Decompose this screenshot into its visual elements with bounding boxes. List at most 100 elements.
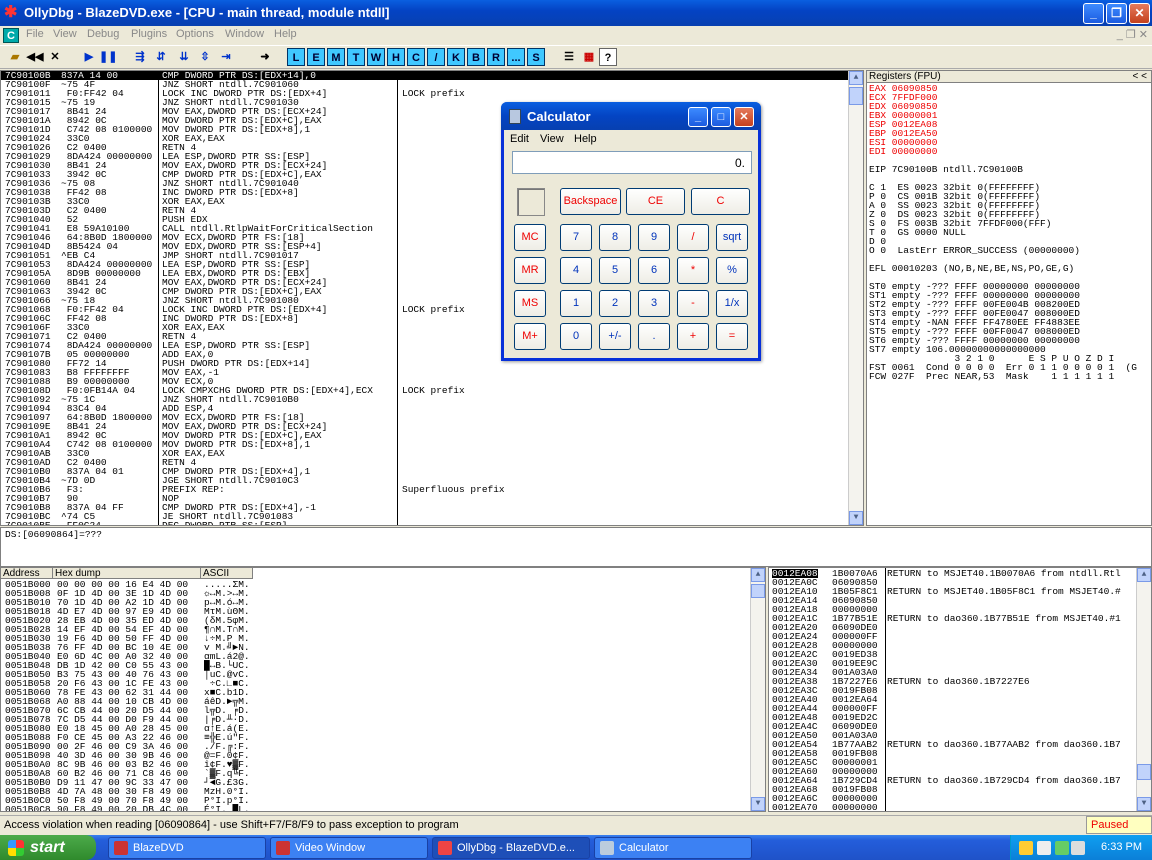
calc-key[interactable]: 2 — [599, 290, 631, 317]
step-over-icon[interactable]: ⇵ — [152, 48, 170, 66]
calc-key-c[interactable]: C — [691, 188, 750, 215]
close-program-icon[interactable]: ✕ — [46, 48, 64, 66]
calc-key[interactable]: 6 — [638, 257, 670, 284]
execute-till-return-icon[interactable]: ⇥ — [217, 48, 235, 66]
menu-file[interactable]: File — [26, 28, 44, 40]
dump-header-address[interactable]: Address — [1, 568, 53, 579]
menu-plugins[interactable]: Plugins — [131, 28, 167, 40]
calc-key[interactable]: 0 — [560, 323, 592, 350]
calc-key[interactable]: 9 — [638, 224, 670, 251]
calculator-menu-edit[interactable]: Edit — [510, 133, 529, 145]
calculator-menu-help[interactable]: Help — [574, 133, 597, 145]
stack-row[interactable]: 0012EA38 1B7227E6 RETURN to dao360.1B7227E… — [769, 677, 1137, 687]
calc-key[interactable]: + — [677, 323, 709, 350]
clock[interactable]: 6:33 PM — [1101, 841, 1142, 853]
trace-into-icon[interactable]: ⇊ — [175, 48, 193, 66]
minimize-button[interactable]: _ — [1083, 3, 1104, 24]
disassembly-row[interactable]: 7C90109E 8B41 24 MOV EAX,DWORD PTR DS:[EC… — [1, 422, 863, 432]
disassembly-row[interactable]: 7C9010B6 F3: PREFIX REP: Superfluous prefi… — [1, 485, 863, 495]
stack-row[interactable]: 0012EA30 0019EE9C — [769, 659, 1137, 669]
help-icon[interactable]: ? — [599, 48, 617, 66]
disassembly-row[interactable]: 7C901097 64:8B0D 1800000 MOV ECX,DWORD PT… — [1, 413, 863, 423]
pause-icon[interactable]: ❚❚ — [99, 48, 117, 66]
calculator-minimize-button[interactable]: _ — [688, 107, 708, 127]
toolbar-cpu-button[interactable]: C — [407, 48, 425, 66]
dump-scroll-up-arrow[interactable]: ▲ — [751, 568, 765, 582]
calc-key[interactable]: 8 — [599, 224, 631, 251]
restart-icon[interactable]: ◀◀ — [26, 48, 44, 66]
disassembly-row[interactable]: 7C9010AD C2 0400 RETN 4 — [1, 458, 863, 468]
trace-over-icon[interactable]: ⇳ — [196, 48, 214, 66]
stack-row[interactable]: 0012EA70 00000000 — [769, 803, 1137, 811]
toolbar-runtrace-button[interactable]: ... — [507, 48, 525, 66]
calculator-maximize-button[interactable]: □ — [711, 107, 731, 127]
dump-row[interactable]: 0051B0C8 90 F8 49 00 20 DB 4C 00 É°I. █L. — [1, 805, 741, 811]
calc-key[interactable]: % — [716, 257, 748, 284]
disassembly-row[interactable]: 7C9010B7 90 NOP — [1, 494, 863, 504]
hex-dump-pane[interactable]: Address Hex dump ASCII 0051B000 00 00 00 … — [0, 567, 766, 812]
stack-row[interactable]: 0012EA64 1B729CD4 RETURN to dao360.1B729CD… — [769, 776, 1137, 786]
disassembly-row[interactable]: 7C90100B 837A 14 00 CMP DWORD PTR DS:[EDX+… — [1, 71, 863, 80]
stack-row[interactable]: 0012EA5C 00000001 — [769, 758, 1137, 768]
calc-key-backspace[interactable]: Backspace — [560, 188, 621, 215]
stack-row[interactable]: 0012EA58 0019FB08 — [769, 749, 1137, 759]
calc-key[interactable]: 5 — [599, 257, 631, 284]
register-line[interactable]: EFL 00010203 (NO,B,NE,BE,NS,PO,GE,G) — [869, 264, 1151, 274]
stack-row[interactable]: 0012EA4C 06090DE0 — [769, 722, 1137, 732]
start-button[interactable]: start — [0, 835, 96, 860]
disassembly-row[interactable]: 7C9010A4 C742 08 0100000 MOV DWORD PTR DS… — [1, 440, 863, 450]
stack-row[interactable]: 0012EA40 0012EA64 — [769, 695, 1137, 705]
mdi-window-controls[interactable]: _ ❐ ✕ — [1117, 28, 1148, 41]
list-icon[interactable]: ☰ — [560, 48, 578, 66]
stack-pane[interactable]: 0012EA08 1B0070A6 RETURN to MSJET40.1B0070… — [768, 567, 1152, 812]
stack-row[interactable]: 0012EA68 0019FB08 — [769, 785, 1137, 795]
calc-key[interactable]: = — [716, 323, 748, 350]
disassembly-row[interactable]: 7C901092 ~75 1C JNZ SHORT ntdll.7C9010B0 — [1, 395, 863, 405]
calc-key[interactable]: 1 — [560, 290, 592, 317]
scroll-thumb[interactable] — [849, 87, 863, 105]
vmware-icon[interactable] — [1037, 841, 1051, 855]
step-into-icon[interactable]: ⇶ — [131, 48, 149, 66]
disassembly-row[interactable]: 7C901011 F0:FF42 04 LOCK INC DWORD PTR DS… — [1, 89, 863, 99]
registers-pane[interactable]: Registers (FPU) < < EAX 06090850 ECX 7FFD… — [866, 70, 1152, 526]
dump-scroll-thumb[interactable] — [751, 584, 765, 598]
close-button[interactable]: ✕ — [1129, 3, 1150, 24]
dump-scrollbar[interactable]: ▲ ▼ — [750, 568, 765, 811]
scroll-up-arrow[interactable]: ▲ — [849, 71, 863, 85]
stack-scroll-up-arrow[interactable]: ▲ — [1137, 568, 1151, 582]
toolbar-callstack-button[interactable]: K — [447, 48, 465, 66]
calc-key[interactable]: * — [677, 257, 709, 284]
open-folder-icon[interactable]: ▰ — [6, 48, 24, 66]
scroll-down-arrow[interactable]: ▼ — [849, 511, 863, 525]
dump-scroll-down-arrow[interactable]: ▼ — [751, 797, 765, 811]
network-icon[interactable] — [1055, 841, 1069, 855]
stack-row[interactable]: 0012EA44 000000FF — [769, 704, 1137, 714]
maximize-button[interactable]: ❐ — [1106, 3, 1127, 24]
calc-key-ms[interactable]: MS — [514, 290, 546, 317]
toolbar-memory-button[interactable]: M — [327, 48, 345, 66]
menu-debug[interactable]: Debug — [87, 28, 119, 40]
go-to-icon[interactable]: ➜ — [256, 48, 274, 66]
stack-row[interactable]: 0012EA08 1B0070A6 RETURN to MSJET40.1B0070… — [769, 569, 1137, 578]
toolbar-handles-button[interactable]: H — [387, 48, 405, 66]
window-title-bar[interactable]: ✱ OllyDbg - BlazeDVD.exe - [CPU - main t… — [0, 0, 1152, 26]
calc-key[interactable]: 7 — [560, 224, 592, 251]
stack-scrollbar[interactable]: ▲ ▼ — [1136, 568, 1151, 811]
disassembly-row[interactable]: 7C9010BC ^74 C5 JE SHORT ntdll.7C901083 — [1, 512, 863, 522]
dump-header-hex[interactable]: Hex dump — [53, 568, 201, 579]
run-icon[interactable]: ▶ — [80, 48, 98, 66]
calc-key[interactable]: - — [677, 290, 709, 317]
grid-icon[interactable]: ▦ — [580, 48, 598, 66]
toolbar-windows-button[interactable]: W — [367, 48, 385, 66]
registers-nav-arrows[interactable]: < < — [1133, 71, 1147, 83]
toolbar-patches-button[interactable]: / — [427, 48, 445, 66]
calc-key-m+[interactable]: M+ — [514, 323, 546, 350]
stack-row[interactable]: 0012EA6C 00000000 — [769, 794, 1137, 804]
stack-row[interactable]: 0012EA48 0019ED2C — [769, 713, 1137, 723]
cpu-window-icon[interactable]: C — [3, 28, 19, 43]
register-line[interactable]: EDI 00000000 — [869, 147, 1151, 157]
stack-row[interactable]: 0012EA1C 1B77B51E RETURN to dao360.1B77B51… — [769, 614, 1137, 624]
disassembly-row[interactable]: 7C9010AB 33C0 XOR EAX,EAX — [1, 449, 863, 459]
task-ollydbg[interactable]: OllyDbg - BlazeDVD.e... — [432, 837, 590, 859]
calc-key[interactable]: / — [677, 224, 709, 251]
